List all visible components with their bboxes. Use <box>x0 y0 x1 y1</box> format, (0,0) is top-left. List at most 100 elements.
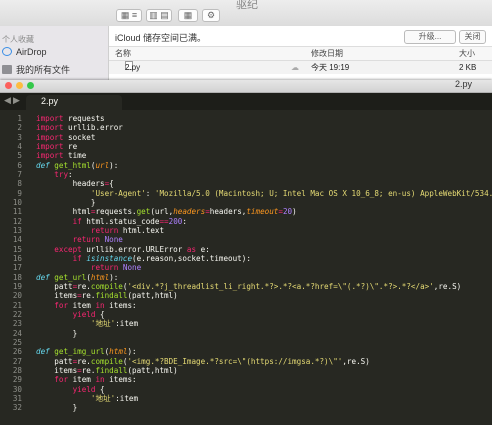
line-number: 27 <box>12 356 22 366</box>
code-text: return None <box>90 263 142 273</box>
line-number: 24 <box>12 328 22 338</box>
line-number: 17 <box>12 263 22 273</box>
arrange-icon[interactable]: ▦ <box>178 9 198 22</box>
settings-gear-icon[interactable]: ⚙ <box>202 9 220 22</box>
sidebar-item-airdrop[interactable]: AirDrop <box>2 47 47 57</box>
code-text: import re <box>36 141 78 151</box>
code-text: import time <box>36 151 87 161</box>
code-line: 6 def get_html(url): <box>0 161 492 170</box>
code-line: 1 import requests <box>0 114 492 123</box>
code-text: patt=re.compile('<div.*?j_threadlist_li_… <box>36 281 462 291</box>
all-files-icon <box>2 65 12 74</box>
code-line: 12 if html.status_code==200: <box>0 217 492 226</box>
code-text: } <box>36 328 78 338</box>
close-window-icon[interactable] <box>5 82 12 89</box>
editor-window-title: 2.py <box>454 80 472 89</box>
code-line: 13 return html.text <box>0 226 492 235</box>
file-date-cell: 今天 19:19 <box>311 63 350 72</box>
code-text: html=requests.get(url,headers=headers,ti… <box>36 207 297 217</box>
line-number: 21 <box>12 300 22 310</box>
upgrade-button[interactable]: 升级... <box>404 30 456 44</box>
tab-2-py[interactable]: 2.py <box>26 95 122 110</box>
code-line: 21 for item in items: <box>0 301 492 310</box>
code-area[interactable]: 1 import requests 2 import urllib.error 3 imp… <box>0 114 492 425</box>
code-text: for item in items: <box>54 300 137 310</box>
minimize-window-icon[interactable] <box>16 82 23 89</box>
code-text: } <box>36 403 78 413</box>
nav-back-icon[interactable]: ◀ <box>4 95 11 106</box>
code-line: 17 return None <box>0 263 492 272</box>
code-line: 18 def get_url(html): <box>0 273 492 282</box>
line-number: 31 <box>12 393 22 403</box>
line-number: 11 <box>12 207 22 217</box>
code-text: yield { <box>72 309 105 319</box>
nav-forward-icon[interactable]: ▶ <box>13 95 20 106</box>
code-text: if isinstance(e.reason,socket.timeout): <box>72 253 251 263</box>
code-line: 2 import urllib.error <box>0 123 492 132</box>
code-line: 19 patt=re.compile('<div.*?j_threadlist_… <box>0 282 492 291</box>
sidebar-item-all-files[interactable]: 我的所有文件 <box>2 63 70 76</box>
tab-label: 2.py <box>41 96 59 106</box>
code-text: '地址':item <box>90 393 139 403</box>
line-number: 18 <box>12 272 22 282</box>
line-number: 9 <box>17 188 22 198</box>
code-text: } <box>36 197 96 207</box>
line-number: 16 <box>12 253 22 263</box>
line-number: 15 <box>12 244 22 254</box>
cloud-icon: ☁ <box>291 63 299 72</box>
code-text: if html.status_code==200: <box>72 216 187 226</box>
line-number: 25 <box>12 337 22 347</box>
code-text: patt=re.compile('<img.*?BDE_Image.*?src=… <box>36 356 370 366</box>
code-text: yield { <box>72 384 105 394</box>
sidebar-item-label: AirDrop <box>16 47 47 57</box>
code-text: import requests <box>36 114 105 123</box>
line-number: 10 <box>12 197 22 207</box>
line-number: 2 <box>17 123 22 133</box>
column-header-size[interactable]: 大小 <box>459 47 475 60</box>
code-line: 28 items=re.findall(patt,html) <box>0 366 492 375</box>
code-line: 23 '地址':item <box>0 319 492 328</box>
code-line: 14 return None <box>0 235 492 244</box>
line-number: 1 <box>17 114 22 123</box>
zoom-window-icon[interactable] <box>27 82 34 89</box>
code-text: for item in items: <box>54 375 137 385</box>
code-text: '地址':item <box>90 319 139 329</box>
column-header-name[interactable]: 名称 <box>115 47 131 60</box>
line-number: 20 <box>12 291 22 301</box>
line-number: 4 <box>17 141 22 151</box>
view-mode-icon[interactable]: ▦ ≡ <box>116 9 142 22</box>
editor-tabbar: ◀ ▶ 2.py <box>0 93 492 110</box>
code-line: 7 try: <box>0 170 492 179</box>
code-text: try: <box>54 169 73 179</box>
line-number: 14 <box>12 235 22 245</box>
line-number: 3 <box>17 132 22 142</box>
file-row[interactable]: 2.py ☁ 今天 19:19 2 KB <box>109 61 492 74</box>
code-line: 32 } <box>0 403 492 412</box>
code-line: 10 } <box>0 198 492 207</box>
file-list-header: 名称 修改日期 大小 <box>109 46 492 61</box>
line-number: 5 <box>17 151 22 161</box>
code-text: return None <box>72 235 123 245</box>
finder-title: 驱纪 <box>236 0 258 11</box>
code-text: 'User-Agent': 'Mozilla/5.0 (Macintosh; U… <box>90 188 492 198</box>
column-header-date[interactable]: 修改日期 <box>311 47 343 60</box>
code-text: headers={ <box>36 179 114 189</box>
line-number: 22 <box>12 309 22 319</box>
code-text: def get_html(url): <box>36 160 119 170</box>
code-line: 30 yield { <box>0 385 492 394</box>
code-text: return html.text <box>90 225 165 235</box>
line-number: 8 <box>17 179 22 189</box>
code-line: 11 html=requests.get(url,headers=headers… <box>0 207 492 216</box>
line-number: 30 <box>12 384 22 394</box>
close-notice-button[interactable]: 关闭 <box>459 30 486 44</box>
line-number: 7 <box>17 169 22 179</box>
code-text: def get_img_url(html): <box>36 347 137 357</box>
code-line: 5 import time <box>0 151 492 160</box>
code-line: 27 patt=re.compile('<img.*?BDE_Image.*?s… <box>0 357 492 366</box>
code-line: 25 <box>0 338 492 347</box>
column-view-icon[interactable]: ▥ ▤ <box>146 9 172 22</box>
code-line: 8 headers={ <box>0 179 492 188</box>
airdrop-icon <box>2 47 12 56</box>
editor-titlebar: 2.py <box>0 80 492 93</box>
line-number: 29 <box>12 375 22 385</box>
